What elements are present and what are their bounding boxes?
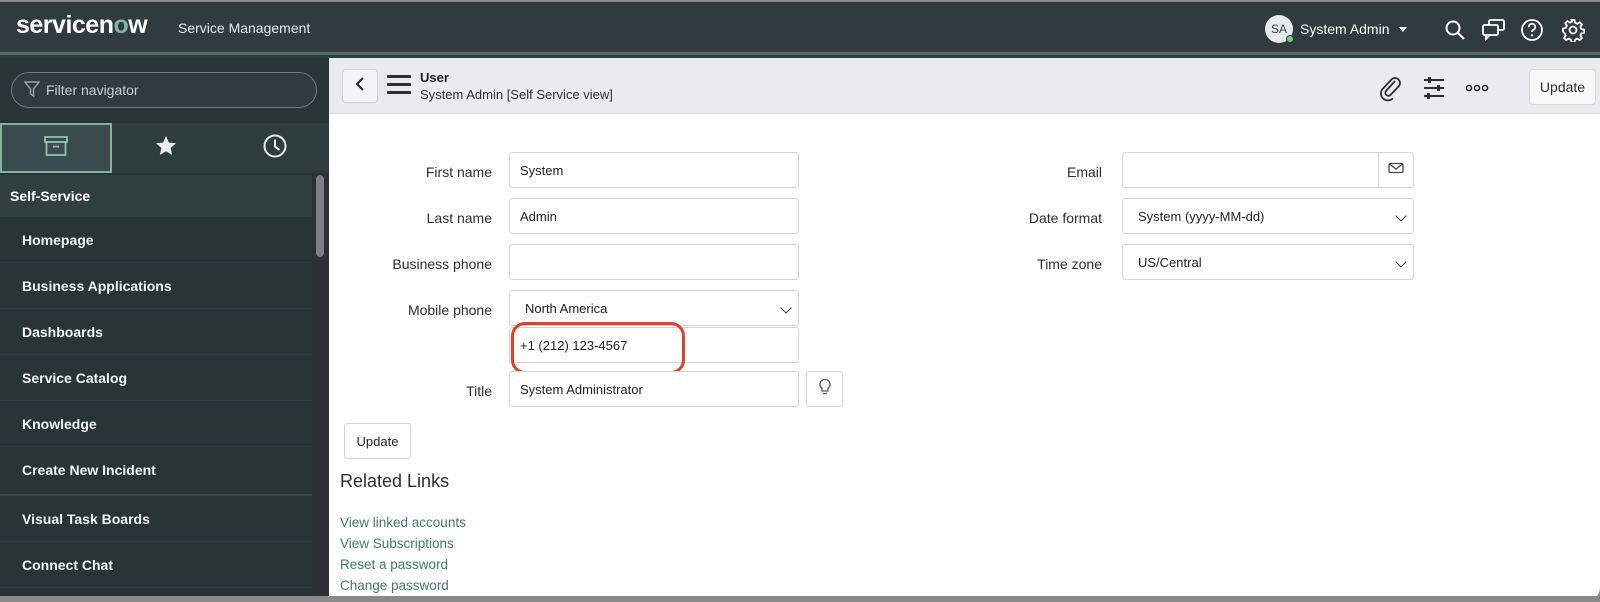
top-header: servicenow Service Management SA System … (0, 2, 1600, 55)
header-update-button[interactable]: Update (1529, 69, 1596, 105)
settings-icon[interactable] (1561, 18, 1586, 44)
last-name-label: Last name (426, 210, 492, 226)
tab-history[interactable] (221, 123, 329, 173)
link-reset-password[interactable]: Reset a password (340, 557, 448, 572)
record-name: System Admin [Self Service view] (420, 87, 613, 102)
chevron-left-icon (354, 76, 366, 97)
filter-icon (23, 80, 41, 101)
mobile-phone-label: Mobile phone (407, 302, 492, 318)
last-name-input[interactable]: Admin (509, 198, 799, 234)
navigator-tabs (0, 123, 329, 173)
chevron-down-icon (1395, 210, 1407, 222)
personalize-form-icon[interactable] (1422, 76, 1446, 100)
star-icon (154, 134, 178, 163)
email-label: Email (1066, 164, 1102, 180)
link-view-subscriptions[interactable]: View Subscriptions (340, 536, 454, 551)
time-zone-select[interactable]: US/Central (1122, 244, 1414, 280)
nav-item-connect-chat[interactable]: Connect Chat (0, 542, 312, 588)
app-window: servicenow Service Management SA System … (0, 2, 1600, 600)
nav-item-visual-task-boards[interactable]: Visual Task Boards (0, 496, 312, 542)
nav-item-create-new-incident[interactable]: Create New Incident (0, 447, 312, 496)
attachment-icon[interactable] (1379, 76, 1403, 102)
chat-icon[interactable] (1481, 18, 1505, 42)
record-type: User (420, 70, 449, 85)
title-input[interactable]: System Administrator (509, 371, 799, 407)
related-links-title: Related Links (340, 471, 450, 491)
filter-navigator-input[interactable]: Filter navigator (11, 72, 317, 108)
region-value: North America (525, 301, 608, 316)
form-area: User System Admin [Self Service view] Up… (329, 58, 1600, 600)
date-format-label: Date format (1028, 210, 1102, 226)
tab-all-applications[interactable] (0, 123, 113, 173)
nav-item-business-applications[interactable]: Business Applications (0, 263, 312, 309)
nav-item-homepage[interactable]: Homepage (0, 217, 312, 263)
update-button[interactable]: Update (344, 423, 411, 459)
help-icon[interactable] (1520, 18, 1544, 42)
nav-item-knowledge[interactable]: Knowledge (0, 401, 312, 447)
title-label: Title (466, 383, 492, 399)
clock-icon (262, 133, 288, 164)
archive-box-icon (43, 135, 69, 162)
link-change-password[interactable]: Change password (340, 578, 449, 593)
search-icon[interactable] (1443, 18, 1467, 42)
link-view-linked-accounts[interactable]: View linked accounts (340, 515, 466, 530)
chevron-down-icon (780, 302, 792, 314)
tab-favorites[interactable] (112, 123, 220, 173)
nav-item-service-catalog[interactable]: Service Catalog (0, 355, 312, 401)
date-format-select[interactable]: System (yyyy-MM-dd) (1122, 198, 1414, 234)
highlight-annotation (511, 322, 685, 374)
app-name: Service Management (178, 20, 311, 36)
avatar-initials: SA (1270, 22, 1287, 36)
navigator-list: Self-Service Homepage Business Applicati… (0, 175, 312, 588)
avatar: SA (1265, 15, 1294, 43)
time-zone-label: Time zone (1037, 256, 1102, 272)
send-email-button[interactable] (1378, 152, 1414, 188)
business-phone-input[interactable] (509, 244, 799, 280)
business-phone-label: Business phone (392, 256, 492, 272)
logo-text-end: w (128, 11, 148, 39)
context-menu-icon[interactable] (387, 75, 411, 95)
user-menu[interactable]: SA System Admin (1265, 15, 1408, 43)
logo-text: servicen (16, 11, 114, 39)
lightbulb-icon (818, 378, 832, 401)
chevron-down-icon (1395, 256, 1407, 268)
email-input[interactable] (1122, 152, 1379, 188)
logo-o: o (113, 11, 129, 39)
filter-placeholder: Filter navigator (46, 82, 139, 98)
online-status-dot (1286, 35, 1294, 43)
envelope-icon (1388, 161, 1404, 179)
back-button[interactable] (342, 69, 378, 103)
more-options-icon[interactable] (1464, 76, 1489, 100)
first-name-input[interactable]: System (509, 152, 799, 188)
nav-item-dashboards[interactable]: Dashboards (0, 309, 312, 355)
nav-section-self-service[interactable]: Self-Service (0, 175, 312, 217)
time-zone-value: US/Central (1138, 255, 1202, 270)
navigator-sidebar: Filter navigator Self-Service Homepage B… (0, 58, 329, 600)
servicenow-logo[interactable]: servicenow (16, 11, 148, 40)
suggestion-button[interactable] (806, 371, 843, 407)
first-name-label: First name (425, 164, 492, 180)
user-name: System Admin (1300, 21, 1390, 37)
date-format-value: System (yyyy-MM-dd) (1138, 209, 1265, 224)
window-bottom-edge (0, 596, 1600, 602)
caret-down-icon (1399, 26, 1408, 32)
form-header: User System Admin [Self Service view] Up… (329, 58, 1600, 114)
mobile-phone-region-select[interactable]: North America (509, 290, 799, 326)
